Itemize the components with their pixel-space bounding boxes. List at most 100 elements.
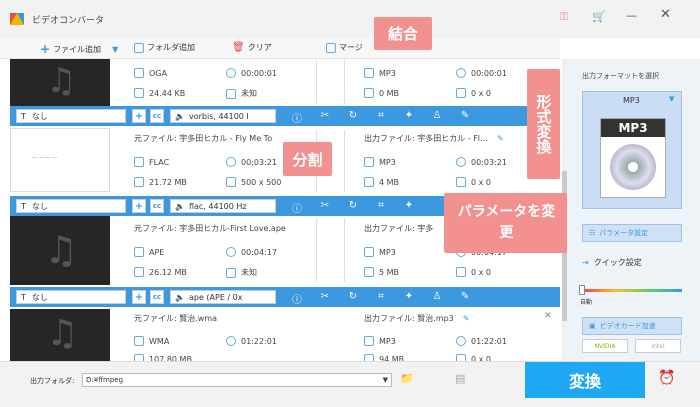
nvidia-badge: NVIDIA xyxy=(582,339,628,353)
mp3-format-icon: MP3 xyxy=(600,118,666,198)
crop-icon[interactable]: ⌗ xyxy=(375,200,387,211)
subtitle-select[interactable]: T なし xyxy=(16,290,126,304)
info-icon[interactable]: ⓘ xyxy=(291,110,303,125)
output-folder-field[interactable]: D:¥ffmpeg ▼ xyxy=(82,373,392,387)
edit-icon[interactable]: ✎ xyxy=(459,110,471,121)
file-size-icon xyxy=(364,177,374,187)
thumbnail-2: ~~~~ xyxy=(10,128,110,192)
remove-item-icon[interactable]: ✕ xyxy=(544,311,552,321)
subtitle-select[interactable]: T なし xyxy=(16,109,126,123)
cc-icon[interactable]: cc xyxy=(150,290,164,304)
add-subtitle-button[interactable]: + xyxy=(132,109,146,123)
divider xyxy=(316,218,317,282)
item-toolbar-3: T なし + cc 🔈 ape (APE / 0x ⓘ ✂ ↻ ⌗ ✦ ♙ ✎ xyxy=(10,287,560,307)
format-selector[interactable]: MP3 ▼ MP3 xyxy=(582,91,682,209)
text-icon: T xyxy=(21,201,26,211)
src-format-1: OGA xyxy=(134,68,167,78)
clock-icon xyxy=(226,157,236,167)
watermark-icon[interactable]: ♙ xyxy=(431,291,443,302)
chevron-down-icon[interactable]: ▼ xyxy=(383,374,388,386)
divider xyxy=(344,130,345,192)
watermark-icon[interactable]: ♙ xyxy=(431,110,443,121)
convert-button[interactable]: 変換 xyxy=(525,362,645,398)
out-name-4: 出力ファイル: 賢治.mp3 ✎ xyxy=(364,314,470,323)
file-size-icon xyxy=(364,267,374,277)
clock-icon xyxy=(226,247,236,257)
out-resolution-3: 0 x 0 xyxy=(456,267,491,277)
crop-icon[interactable]: ⌗ xyxy=(375,291,387,302)
src-format-2: FLAC xyxy=(134,157,169,167)
info-icon[interactable]: ⓘ xyxy=(291,200,303,215)
rotate-icon[interactable]: ↻ xyxy=(347,200,359,211)
text-icon: T xyxy=(21,111,26,121)
cc-icon[interactable]: cc xyxy=(150,199,164,213)
open-folder-icon[interactable]: ▤ xyxy=(455,372,465,385)
audio-track-select[interactable]: 🔈 ape (APE / 0x xyxy=(170,290,276,304)
scissors-icon[interactable]: ✂ xyxy=(319,200,331,211)
info-icon[interactable]: ⓘ xyxy=(291,291,303,306)
resolution-icon xyxy=(226,267,236,278)
resolution-icon xyxy=(456,88,466,98)
format-icon xyxy=(134,157,144,167)
divider xyxy=(316,60,317,104)
chip-icon: ▣ xyxy=(589,322,596,330)
src-resolution-1: 未知 xyxy=(226,88,257,99)
format-icon xyxy=(364,336,374,346)
out-format-1: MP3 xyxy=(364,68,396,78)
clock-icon xyxy=(456,157,466,167)
scissors-icon[interactable]: ✂ xyxy=(319,110,331,121)
gpu-accel-button[interactable]: ▣ ビデオカード加速 xyxy=(582,317,682,335)
edit-icon[interactable]: ✎ xyxy=(497,134,504,143)
quality-slider[interactable] xyxy=(582,289,682,292)
src-name-3: 元ファイル: 宇多田ヒカル-First Love.ape xyxy=(134,224,286,233)
app-logo-icon xyxy=(10,13,24,25)
music-note-icon: ♫ xyxy=(46,313,79,354)
src-duration-1: 00:00:01 xyxy=(226,68,277,78)
close-button[interactable]: ✕ xyxy=(660,7,671,22)
subtitle-select[interactable]: T なし xyxy=(16,199,126,213)
folder-plus-icon xyxy=(134,42,144,53)
scissors-icon[interactable]: ✂ xyxy=(319,291,331,302)
out-duration-4: 01:22:01 xyxy=(456,336,507,346)
slider-handle[interactable] xyxy=(579,285,585,295)
cart-icon[interactable]: 🛒 xyxy=(592,10,606,23)
output-folder-label: 出力フォルダ: xyxy=(30,377,75,385)
audio-track-select[interactable]: 🔈 vorbis, 44100 I xyxy=(170,109,276,123)
speaker-icon: 🔈 xyxy=(175,292,185,302)
quick-setting-label: ⇥ クイック設定 xyxy=(582,258,642,267)
format-icon xyxy=(134,247,144,257)
callout-split: 分割 xyxy=(283,142,332,176)
out-size-3: 5 MB xyxy=(364,267,399,277)
minimize-button[interactable]: — xyxy=(626,9,637,22)
effect-icon[interactable]: ✦ xyxy=(403,200,415,211)
add-subtitle-button[interactable]: + xyxy=(132,290,146,304)
resolution-icon xyxy=(456,267,466,277)
mp3-label: MP3 xyxy=(601,119,665,137)
chevron-down-icon[interactable]: ▼ xyxy=(669,95,674,103)
effect-icon[interactable]: ✦ xyxy=(403,291,415,302)
params-button[interactable]: ☷ パラメータ設定 xyxy=(582,224,682,242)
format-label: 出力フォーマットを選択 xyxy=(582,72,659,80)
text-icon: T xyxy=(21,292,26,302)
app-title: ビデオコンバータ xyxy=(32,16,105,26)
title-bar: ビデオコンバータ ⚿ 🛒 — ✕ xyxy=(0,0,700,38)
merge-button[interactable]: マージ xyxy=(326,42,363,53)
src-resolution-3: 未知 xyxy=(226,267,257,278)
add-folder-button[interactable]: フォルダ追加 xyxy=(134,42,195,53)
alarm-clock-icon[interactable]: ⏰ xyxy=(658,370,675,386)
audio-track-select[interactable]: 🔈 flac, 44100 Hz xyxy=(170,199,276,213)
crop-icon[interactable]: ⌗ xyxy=(375,110,387,121)
rotate-icon[interactable]: ↻ xyxy=(347,291,359,302)
rotate-icon[interactable]: ↻ xyxy=(347,110,359,121)
clear-button[interactable]: 🗑 クリア xyxy=(232,42,272,53)
effect-icon[interactable]: ✦ xyxy=(403,110,415,121)
src-format-4: WMA xyxy=(134,336,169,346)
chevron-down-icon[interactable]: ▼ xyxy=(112,45,118,54)
add-subtitle-button[interactable]: + xyxy=(132,199,146,213)
browse-folder-icon[interactable]: 📁 xyxy=(400,372,414,385)
edit-icon[interactable]: ✎ xyxy=(459,291,471,302)
key-icon[interactable]: ⚿ xyxy=(560,10,568,24)
add-file-button[interactable]: + ファイル追加 ▼ xyxy=(40,42,118,56)
edit-icon[interactable]: ✎ xyxy=(463,314,470,323)
cc-icon[interactable]: cc xyxy=(150,109,164,123)
